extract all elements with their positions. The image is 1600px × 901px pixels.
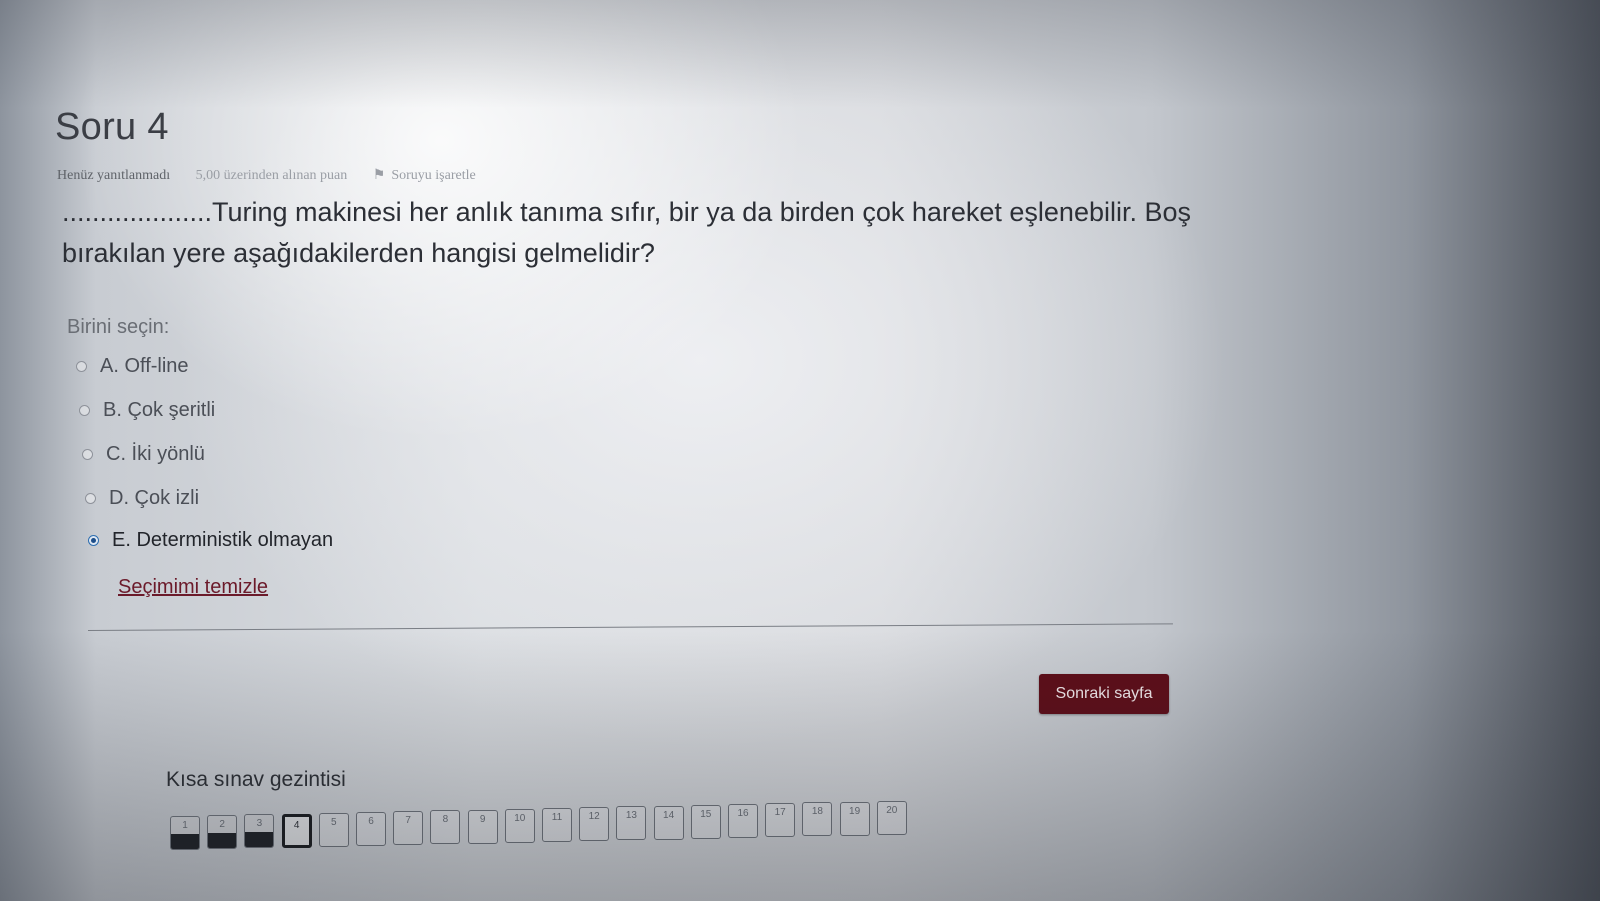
- option-b-radio[interactable]: [79, 405, 90, 416]
- question-text: ....................Turing makinesi her …: [62, 197, 1192, 268]
- option-a-label: A. Off-line: [100, 355, 189, 377]
- quiz-nav-number: 2: [219, 819, 225, 831]
- option-a-radio[interactable]: [76, 361, 87, 372]
- quiz-nav-button-8[interactable]: 8: [430, 810, 461, 845]
- option-b-label: B. Çok şeritli: [103, 399, 216, 421]
- quiz-nav-button-3[interactable]: 3: [244, 814, 275, 849]
- quiz-nav-number: 9: [479, 813, 486, 825]
- quiz-nav-button-7[interactable]: 7: [393, 811, 424, 846]
- quiz-nav-button-16[interactable]: 16: [728, 804, 758, 838]
- next-page-button[interactable]: Sonraki sayfa: [1039, 674, 1169, 714]
- quiz-nav-number: 15: [700, 808, 712, 820]
- quiz-nav-button-1[interactable]: 1: [170, 816, 200, 850]
- quiz-nav-button-12[interactable]: 12: [579, 807, 610, 842]
- quiz-nav-number: 12: [588, 811, 600, 823]
- quiz-nav-number: 5: [331, 816, 337, 828]
- option-d-label: D. Çok izli: [109, 487, 200, 509]
- quiz-nav-button-14[interactable]: 14: [653, 805, 684, 840]
- screen-background: [0, 0, 1600, 901]
- option-e[interactable]: E. Deterministik olmayan: [88, 529, 333, 552]
- option-e-radio[interactable]: [88, 535, 99, 546]
- quiz-nav-number: 3: [256, 818, 263, 830]
- clear-choice-link[interactable]: Seçimimi temizle: [118, 576, 268, 599]
- question-points: 5,00 üzerinden alınan puan: [195, 168, 348, 183]
- quiz-nav-button-9[interactable]: 9: [467, 809, 498, 844]
- option-c-label: C. İki yönlü: [106, 443, 205, 465]
- quiz-nav-number: 1: [182, 820, 188, 831]
- question-status: Henüz yanıtlanmadı: [57, 168, 171, 183]
- quiz-nav-number: 19: [849, 805, 861, 817]
- quiz-navigation-buttons: 1 2 3 4 5 6 7 8 9 10 11 12 13 14 15 16 17 18 19 20: [170, 800, 910, 860]
- quiz-nav-number: 6: [368, 816, 374, 827]
- quiz-nav-number: 20: [886, 804, 898, 816]
- quiz-nav-number: 18: [811, 806, 823, 818]
- option-b[interactable]: B. Çok şeritli: [79, 399, 215, 422]
- quiz-nav-button-20[interactable]: 20: [876, 800, 907, 835]
- answered-indicator: [245, 832, 274, 848]
- quiz-nav-number: 14: [663, 809, 675, 821]
- quiz-nav-number: 11: [551, 812, 563, 823]
- question-info: Henüz yanıtlanmadı 5,00 üzerinden alınan…: [57, 167, 520, 184]
- quiz-nav-number: 13: [625, 810, 637, 822]
- answer-prompt: Birini seçin:: [67, 316, 170, 338]
- quiz-nav-button-4[interactable]: 4: [281, 813, 312, 848]
- quiz-nav-number: 4: [293, 819, 300, 831]
- option-d-radio[interactable]: [85, 493, 96, 504]
- flag-icon: ⚑: [372, 168, 386, 183]
- quiz-nav-button-6[interactable]: 6: [356, 812, 386, 846]
- flag-question-label: Soruyu işaretle: [391, 168, 476, 183]
- quiz-nav-number: 16: [737, 808, 749, 819]
- quiz-nav-button-5[interactable]: 5: [318, 812, 349, 847]
- option-e-label: E. Deterministik olmayan: [112, 529, 334, 551]
- quiz-nav-button-15[interactable]: 15: [690, 804, 721, 839]
- answered-indicator: [208, 833, 237, 849]
- option-a[interactable]: A. Off-line: [76, 355, 189, 378]
- quiz-nav-button-2[interactable]: 2: [207, 815, 238, 850]
- option-c[interactable]: C. İki yönlü: [82, 443, 205, 466]
- quiz-nav-number: 7: [405, 815, 411, 827]
- flag-question-link[interactable]: ⚑ Soruyu işaretle: [373, 168, 498, 183]
- quiz-nav-button-13[interactable]: 13: [616, 806, 647, 841]
- option-d[interactable]: D. Çok izli: [85, 487, 199, 510]
- quiz-nav-number: 17: [774, 807, 786, 819]
- question-title: Soru 4: [55, 106, 169, 148]
- quiz-nav-button-17[interactable]: 17: [765, 803, 796, 838]
- quiz-nav-button-11[interactable]: 11: [542, 808, 572, 842]
- quiz-nav-number: 8: [442, 814, 449, 826]
- option-c-radio[interactable]: [82, 449, 93, 460]
- quiz-nav-button-18[interactable]: 18: [802, 802, 833, 837]
- quiz-nav-button-10[interactable]: 10: [504, 808, 535, 843]
- quiz-nav-number: 10: [514, 812, 526, 824]
- quiz-nav-button-19[interactable]: 19: [839, 801, 870, 836]
- quiz-navigation-title: Kısa sınav gezintisi: [166, 768, 346, 791]
- answered-indicator: [171, 834, 199, 849]
